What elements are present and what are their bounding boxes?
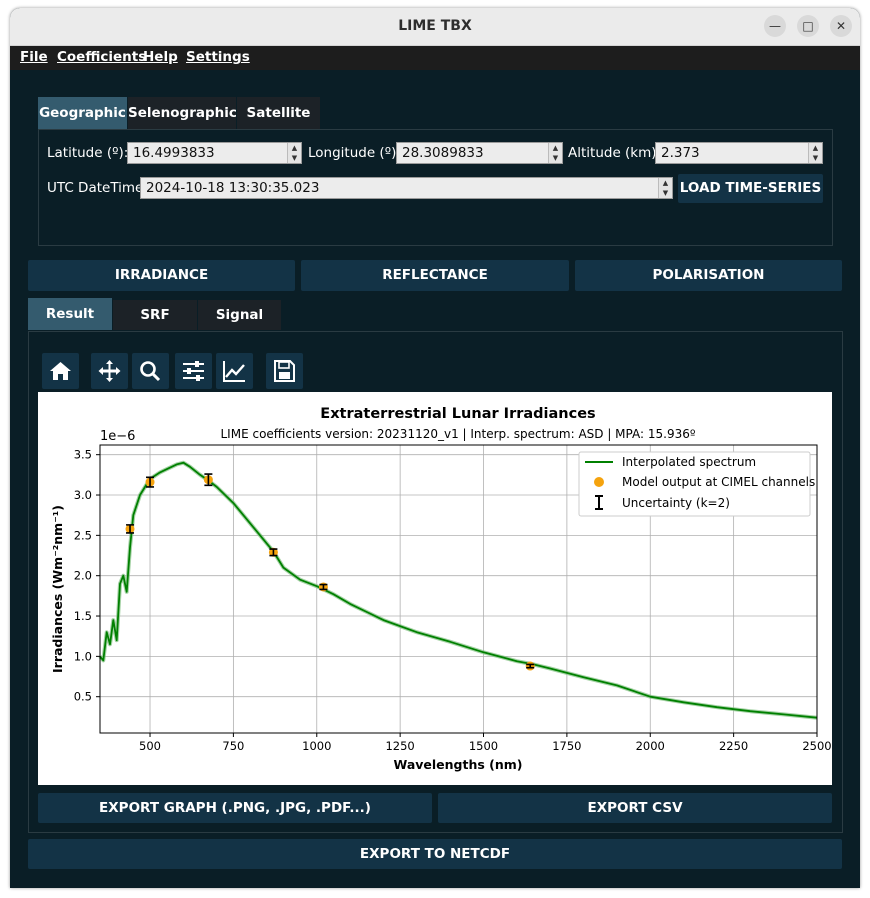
longitude-value: 28.3089833 (402, 145, 484, 161)
legend-model-output: Model output at CIMEL channels (622, 475, 815, 489)
altitude-spin-icon[interactable]: ▲ ▼ (808, 143, 822, 163)
tab-selenographic[interactable]: Selenographic (128, 97, 237, 129)
move-icon[interactable] (91, 353, 128, 389)
x-tick-label: 2000 (636, 739, 665, 753)
latitude-spin-icon[interactable]: ▲ ▼ (287, 143, 301, 163)
longitude-field[interactable]: 28.3089833 ▲ ▼ (396, 142, 563, 164)
longitude-spin-icon[interactable]: ▲ ▼ (548, 143, 562, 163)
window-title: LIME TBX (398, 18, 472, 34)
legend-dot-swatch (594, 477, 604, 487)
menu-help[interactable]: Help (143, 49, 178, 65)
y-tick-label: 3.0 (74, 488, 92, 502)
y-tick-label: 0.5 (74, 690, 92, 704)
y-multiplier: 1e−6 (100, 429, 135, 444)
x-tick-label: 750 (222, 739, 244, 753)
tab-satellite[interactable]: Satellite (237, 97, 320, 129)
menu-settings[interactable]: Settings (186, 49, 250, 65)
legend-uncertainty: Uncertainty (k=2) (622, 496, 730, 510)
tab-signal[interactable]: Signal (198, 300, 281, 330)
y-tick-label: 1.0 (74, 649, 92, 663)
datetime-value: 2024-10-18 13:30:35.023 (146, 180, 320, 196)
legend-interpolated-spectrum: Interpolated spectrum (622, 455, 756, 469)
close-icon[interactable]: ✕ (830, 15, 852, 37)
chart-subtitle: LIME coefficients version: 20231120_v1 |… (221, 427, 696, 441)
altitude-label: Altitude (km): (568, 145, 662, 161)
minimize-icon[interactable]: — (764, 15, 786, 37)
load-time-series-button[interactable]: LOAD TIME-SERIES (678, 174, 823, 203)
plot-canvas: Extraterrestrial Lunar Irradiances LIME … (38, 392, 832, 785)
export-graph-button[interactable]: EXPORT GRAPH (.PNG, .JPG, .PDF...) (38, 793, 432, 823)
y-tick-label: 2.0 (74, 569, 92, 583)
altitude-field[interactable]: 2.373 ▲ ▼ (655, 142, 823, 164)
datetime-field[interactable]: 2024-10-18 13:30:35.023 ▲ ▼ (140, 177, 673, 199)
datetime-spin-icon[interactable]: ▲ ▼ (658, 178, 672, 198)
save-icon[interactable] (266, 353, 303, 389)
altitude-value: 2.373 (661, 145, 700, 161)
tab-geographic[interactable]: Geographic (38, 97, 127, 129)
x-tick-label: 500 (139, 739, 161, 753)
y-axis-label: Irradiances (Wm⁻²nm⁻¹) (50, 505, 65, 673)
x-tick-label: 1500 (469, 739, 498, 753)
menu-file[interactable]: File (20, 49, 48, 65)
x-tick-label: 2250 (719, 739, 748, 753)
export-csv-button[interactable]: EXPORT CSV (438, 793, 832, 823)
chart-legend: Interpolated spectrum Model output at CI… (578, 451, 815, 517)
y-tick-label: 2.5 (74, 528, 92, 542)
tab-srf[interactable]: SRF (113, 300, 197, 330)
y-tick-label: 1.5 (74, 609, 92, 623)
app-window: LIME TBX — □ ✕ File Coefficients Help Se… (10, 8, 860, 888)
zoom-icon[interactable] (132, 353, 169, 389)
latitude-label: Latitude (º): (47, 145, 129, 161)
tab-result[interactable]: Result (28, 298, 112, 330)
y-tick-label: 3.5 (74, 448, 92, 462)
menu-bar: File Coefficients Help Settings (10, 46, 860, 70)
polarisation-button[interactable]: POLARISATION (575, 260, 842, 291)
irradiance-button[interactable]: IRRADIANCE (28, 260, 295, 291)
x-tick-label: 1250 (385, 739, 414, 753)
x-tick-label: 2500 (802, 739, 831, 753)
datetime-label: UTC DateTime: (47, 180, 148, 196)
latitude-field[interactable]: 16.4993833 ▲ ▼ (127, 142, 302, 164)
chart-line-icon[interactable] (216, 353, 253, 389)
x-tick-label: 1000 (302, 739, 331, 753)
latitude-value: 16.4993833 (133, 145, 215, 161)
x-tick-label: 1750 (552, 739, 581, 753)
reflectance-button[interactable]: REFLECTANCE (301, 260, 569, 291)
irradiance-chart: Extraterrestrial Lunar Irradiances LIME … (50, 406, 832, 772)
longitude-label: Longitude (º): (308, 145, 401, 161)
export-netcdf-button[interactable]: EXPORT TO NETCDF (28, 839, 842, 869)
title-bar: LIME TBX — □ ✕ (10, 8, 860, 46)
x-axis-label: Wavelengths (nm) (393, 757, 522, 772)
sliders-icon[interactable] (175, 353, 212, 389)
chart-title: Extraterrestrial Lunar Irradiances (320, 406, 595, 422)
home-icon[interactable] (42, 353, 79, 389)
maximize-icon[interactable]: □ (797, 15, 819, 37)
menu-coefficients[interactable]: Coefficients (57, 49, 146, 65)
